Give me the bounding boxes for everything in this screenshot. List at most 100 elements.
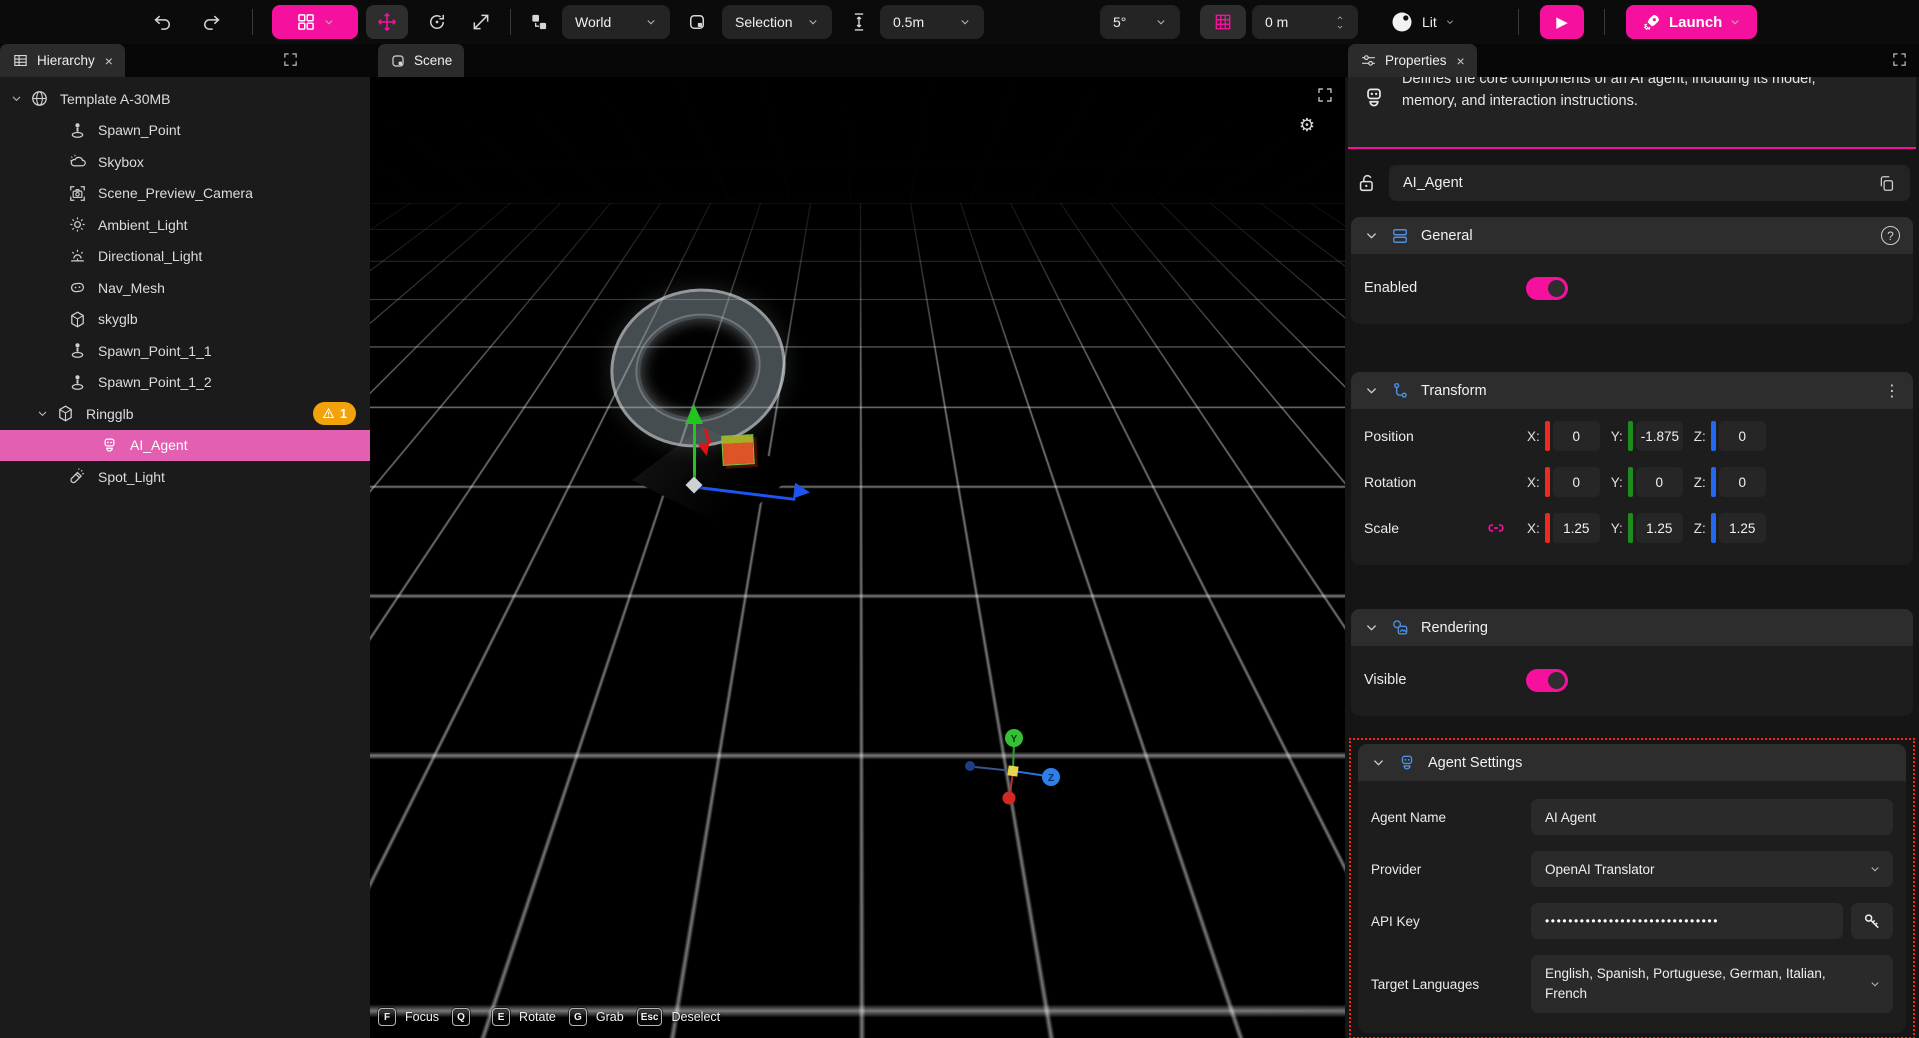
- camera-icon: [68, 184, 87, 203]
- gizmo-z-arrowhead[interactable]: [793, 483, 819, 502]
- viewport-expand-icon[interactable]: [1317, 87, 1333, 103]
- help-icon[interactable]: ?: [1881, 226, 1900, 245]
- tree-item[interactable]: Spawn_Point: [0, 115, 370, 147]
- tree-item[interactable]: Spawn_Point_1_1: [0, 335, 370, 367]
- floor-height-value: 0 m: [1265, 14, 1288, 30]
- scene-viewport[interactable]: Y Z ⚙ F Focus Q E Rotate G Grab Esc Dese…: [370, 77, 1345, 1038]
- step-up-icon[interactable]: [1335, 14, 1345, 22]
- position-y-input[interactable]: -1.875: [1636, 421, 1683, 451]
- redo-button[interactable]: [192, 5, 230, 39]
- copy-icon[interactable]: [1877, 174, 1896, 193]
- properties-icon: [1360, 52, 1377, 69]
- provider-dropdown[interactable]: OpenAI Translator: [1531, 851, 1893, 887]
- more-icon[interactable]: ⋮: [1884, 381, 1900, 401]
- shading-dropdown[interactable]: Lit: [1390, 10, 1455, 34]
- shading-value: Lit: [1422, 14, 1437, 30]
- agent-settings-header[interactable]: Agent Settings: [1358, 744, 1906, 781]
- transform-section: Transform ⋮ Position X: 0 Y: -1.875 Z: 0: [1351, 372, 1913, 565]
- rendering-section-header[interactable]: Rendering: [1351, 609, 1913, 646]
- api-key-reveal-button[interactable]: [1851, 903, 1893, 939]
- shortcut-hints: F Focus Q E Rotate G Grab Esc Deselect: [378, 1008, 724, 1026]
- transform-node-icon: [1390, 381, 1410, 401]
- scale-y-input[interactable]: 1.25: [1636, 513, 1683, 543]
- asset-library-button[interactable]: [272, 5, 358, 39]
- scale-row: Scale X: 1.25 Y: 1.25 Z: 1.25: [1364, 505, 1900, 551]
- rotate-snap-dropdown[interactable]: 5°: [1100, 5, 1180, 39]
- move-tool-button[interactable]: [366, 5, 408, 39]
- pivot-mode-dropdown[interactable]: Selection: [722, 5, 832, 39]
- position-z-input[interactable]: 0: [1719, 421, 1766, 451]
- tab-scene[interactable]: Scene: [378, 44, 464, 77]
- tree-item[interactable]: skyglb: [0, 304, 370, 336]
- enabled-toggle[interactable]: [1526, 277, 1568, 300]
- agent-name-input[interactable]: AI Agent: [1531, 799, 1893, 835]
- transform-space-button[interactable]: [520, 5, 558, 39]
- horizon-fade: [370, 77, 1345, 1038]
- world-space-dropdown[interactable]: World: [562, 5, 670, 39]
- tab-properties-label: Properties: [1385, 53, 1447, 68]
- general-section: General ? Enabled: [1351, 217, 1913, 324]
- tree-item-root[interactable]: Template A-30MB: [0, 83, 370, 115]
- rotation-z-input[interactable]: 0: [1719, 467, 1766, 497]
- close-icon[interactable]: ×: [105, 54, 113, 68]
- chevron-down-icon[interactable]: [10, 92, 23, 105]
- tree-item[interactable]: Skybox: [0, 146, 370, 178]
- api-key-input[interactable]: ••••••••••••••••••••••••••••••: [1531, 903, 1843, 939]
- chevron-down-icon: [1729, 16, 1741, 28]
- play-button[interactable]: ▶: [1540, 5, 1584, 39]
- axis-y-label: Y: [1011, 734, 1018, 745]
- tree-item-selected[interactable]: AI_Agent: [0, 430, 370, 462]
- tree-item[interactable]: Spot_Light: [0, 461, 370, 493]
- cube-icon: [56, 404, 75, 423]
- rotate-tool-button[interactable]: [418, 5, 456, 39]
- general-section-header[interactable]: General ?: [1351, 217, 1913, 254]
- move-snap-dropdown[interactable]: 0.5m: [880, 5, 984, 39]
- visible-toggle[interactable]: [1526, 669, 1568, 692]
- pivot-button[interactable]: [678, 5, 716, 39]
- floor-height-stepper[interactable]: 0 m: [1252, 5, 1358, 39]
- chevron-down-icon[interactable]: [36, 407, 49, 420]
- object-name-input[interactable]: AI_Agent: [1389, 165, 1910, 201]
- tab-properties[interactable]: Properties ×: [1348, 44, 1477, 77]
- scale-tool-button[interactable]: [462, 5, 500, 39]
- rotation-y-input[interactable]: 0: [1636, 467, 1683, 497]
- hierarchy-panel: Template A-30MB Spawn_Point Skybox Scene…: [0, 77, 370, 1038]
- world-space-value: World: [575, 14, 611, 30]
- gear-icon[interactable]: ⚙: [1299, 115, 1315, 136]
- asset-grid-icon: [296, 12, 316, 32]
- tree-item[interactable]: Scene_Preview_Camera: [0, 178, 370, 210]
- launch-button[interactable]: Launch: [1626, 5, 1757, 39]
- small-cube-object[interactable]: [721, 434, 755, 466]
- close-icon[interactable]: ×: [1457, 54, 1465, 68]
- transform-section-header[interactable]: Transform ⋮: [1351, 372, 1913, 409]
- undo-button[interactable]: [144, 5, 182, 39]
- properties-expand-icon[interactable]: [1892, 52, 1907, 67]
- link-icon[interactable]: [1486, 518, 1506, 538]
- orientation-gizmo[interactable]: Y Z: [945, 717, 1085, 817]
- scale-z-input[interactable]: 1.25: [1719, 513, 1766, 543]
- target-languages-dropdown[interactable]: English, Spanish, Portuguese, German, It…: [1531, 955, 1893, 1013]
- tree-item[interactable]: Directional_Light: [0, 241, 370, 273]
- rotate-tool-icon: [427, 12, 447, 32]
- chevron-down-icon: [1869, 978, 1881, 990]
- agent-settings-section: Agent Settings Agent Name AI Agent Provi…: [1358, 744, 1906, 1033]
- key-q: Q: [452, 1008, 470, 1026]
- chevron-down-icon: [1445, 17, 1455, 27]
- tree-item[interactable]: Spawn_Point_1_2: [0, 367, 370, 399]
- tab-hierarchy[interactable]: Hierarchy ×: [0, 44, 125, 77]
- tree-item[interactable]: Ambient_Light: [0, 209, 370, 241]
- grid-snap-toggle[interactable]: [1200, 5, 1246, 39]
- tree-item[interactable]: Nav_Mesh: [0, 272, 370, 304]
- warning-badge[interactable]: 1: [313, 402, 356, 425]
- gizmo-y-arrowhead[interactable]: [685, 395, 703, 424]
- scale-x-input[interactable]: 1.25: [1553, 513, 1600, 543]
- step-down-icon[interactable]: [1335, 23, 1345, 31]
- unlock-icon[interactable]: [1356, 172, 1378, 194]
- position-x-input[interactable]: 0: [1553, 421, 1600, 451]
- chevron-down-icon: [1364, 620, 1379, 635]
- hierarchy-expand-icon[interactable]: [283, 52, 298, 67]
- rotation-x-input[interactable]: 0: [1553, 467, 1600, 497]
- tree-item[interactable]: Ringglb 1: [0, 398, 370, 430]
- target-languages-label: Target Languages: [1371, 977, 1523, 992]
- vertical-snap-button[interactable]: [840, 5, 878, 39]
